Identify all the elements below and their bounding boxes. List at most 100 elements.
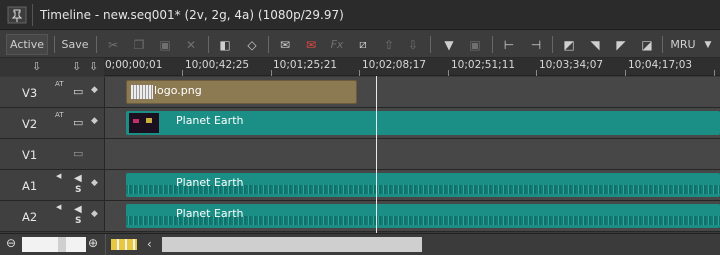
track-area[interactable]: Planet Earth xyxy=(105,170,720,200)
bottom-bar: ⊖ ⊕ ‹ xyxy=(0,233,720,255)
cut-icon[interactable]: ✂ xyxy=(104,36,122,53)
monitor-icon[interactable]: ▭ xyxy=(73,147,83,160)
active-button[interactable]: Active xyxy=(6,34,48,55)
track-header[interactable]: A2 ◀ ◀ S ◆ xyxy=(0,201,105,231)
window-title: Timeline - new.seq001* (2v, 2g, 4a) (108… xyxy=(40,8,344,22)
toolbar-separator xyxy=(430,36,431,53)
toolbar-separator xyxy=(492,36,493,53)
track-header[interactable]: V3 AT ▭ ◆ xyxy=(0,77,105,107)
arrow-left-icon[interactable]: ◀ xyxy=(56,203,61,211)
wedge-right-icon[interactable]: ◤ xyxy=(612,36,630,53)
track-name: V3 xyxy=(22,86,38,100)
fx-icon[interactable]: Fx xyxy=(328,36,346,53)
track-name: A1 xyxy=(22,179,38,193)
delete-icon[interactable]: ✕ xyxy=(182,36,200,53)
ruler-tick-label: 0;00;00;01 xyxy=(105,59,163,71)
speaker-icon[interactable]: ◀ xyxy=(74,204,82,215)
pin-icon[interactable] xyxy=(6,6,28,24)
diamond-icon[interactable]: ◆ xyxy=(91,116,98,126)
toolbar-separator xyxy=(662,36,663,53)
track-v3: V3 AT ▭ ◆ logo.png xyxy=(0,77,720,108)
collapse-icon[interactable]: ▣ xyxy=(466,36,484,53)
move-down-icon[interactable]: ⇩ xyxy=(404,36,422,53)
mru-label[interactable]: MRU xyxy=(668,34,698,55)
chevron-left-icon[interactable]: ‹ xyxy=(147,237,152,251)
track-area[interactable]: Planet Earth xyxy=(105,108,720,138)
tag-icon[interactable]: ⧄ xyxy=(354,36,372,53)
marker-icon[interactable]: ◇ xyxy=(243,36,261,53)
title-bar: Timeline - new.seq001* (2v, 2g, 4a) (108… xyxy=(0,0,720,30)
track-header[interactable]: A1 ◀ ◀ S ◆ xyxy=(0,170,105,200)
solo-toggle[interactable]: S xyxy=(75,185,81,195)
solo-toggle[interactable]: S xyxy=(75,216,81,226)
clip-planet-earth-video[interactable]: Planet Earth xyxy=(126,111,720,135)
toolbar-separator xyxy=(268,36,269,53)
move-up-icon[interactable]: ⇧ xyxy=(380,36,398,53)
fade-in-icon[interactable]: ◩ xyxy=(560,36,578,53)
track-header[interactable]: V1 ▭ xyxy=(0,139,105,169)
copy-icon[interactable]: ❐ xyxy=(130,36,148,53)
ruler-tick-label: 10;02;51;11 xyxy=(451,59,516,71)
toolbar-separator xyxy=(54,36,55,53)
track-header[interactable]: V2 AT ▭ ◆ xyxy=(0,108,105,138)
zoom-slider-thumb[interactable] xyxy=(58,237,66,252)
down-arrow-icon[interactable]: ⇩ xyxy=(32,60,41,73)
mru-dropdown-icon[interactable]: ▼ xyxy=(700,34,716,55)
track-sub-label: AT xyxy=(55,80,64,88)
toolbar-separator xyxy=(96,36,97,53)
down-arrow-icon[interactable]: ⇩ xyxy=(89,60,98,73)
track-name: V2 xyxy=(22,117,38,131)
paste-icon[interactable]: ▣ xyxy=(156,36,174,53)
down-arrow-icon[interactable]: ⇩ xyxy=(72,60,81,73)
diamond-icon[interactable]: ◆ xyxy=(91,85,98,95)
mail-icon[interactable]: ✉ xyxy=(276,36,294,53)
toolbar-separator xyxy=(208,36,209,53)
ruler-tick xyxy=(714,70,715,76)
speaker-icon[interactable]: ◀ xyxy=(74,173,82,184)
trim-right-icon[interactable]: ⊣ xyxy=(527,36,545,53)
diamond-icon[interactable]: ◆ xyxy=(91,209,98,219)
ruler-tick xyxy=(271,70,272,76)
fade-out-icon[interactable]: ◪ xyxy=(638,36,656,53)
track-layout-icon[interactable] xyxy=(111,239,137,250)
track-v2: V2 AT ▭ ◆ Planet Earth xyxy=(0,108,720,139)
track-area[interactable]: Planet Earth xyxy=(105,201,720,231)
zoom-out-icon[interactable]: ⊖ xyxy=(6,236,16,250)
diamond-icon[interactable]: ◆ xyxy=(91,178,98,188)
thumbnail-detail xyxy=(146,118,152,123)
horizontal-scrollbar-thumb[interactable] xyxy=(162,237,422,252)
track-area[interactable] xyxy=(105,139,720,169)
clip-planet-earth-audio-a1[interactable]: Planet Earth xyxy=(126,173,720,197)
clip-logo[interactable]: logo.png xyxy=(126,80,357,104)
monitor-icon[interactable]: ▭ xyxy=(73,85,83,98)
track-name: V1 xyxy=(22,148,38,162)
arrow-left-icon[interactable]: ◀ xyxy=(56,172,61,180)
ruler-tick xyxy=(536,70,537,76)
ruler-tick xyxy=(625,70,626,76)
clip-planet-earth-audio-a2[interactable]: Planet Earth xyxy=(126,204,720,228)
toolbar: Active Save ✂ ❐ ▣ ✕ ◧ ◇ ✉ ✉ Fx ⧄ ⇧ ⇩ ▼ ▣… xyxy=(0,31,720,58)
clip-thumbnail xyxy=(131,85,153,99)
zoom-slider-track[interactable] xyxy=(66,237,86,252)
save-button[interactable]: Save xyxy=(58,34,92,55)
ruler-tick xyxy=(359,70,360,76)
playhead[interactable] xyxy=(376,76,377,233)
clip-label: Planet Earth xyxy=(176,114,244,127)
split-icon[interactable]: ◧ xyxy=(216,36,234,53)
track-a2: A2 ◀ ◀ S ◆ Planet Earth xyxy=(0,201,720,232)
zoom-slider-track[interactable] xyxy=(22,237,58,252)
dropdown-arrow-icon[interactable]: ▼ xyxy=(440,36,458,53)
title-separator xyxy=(32,4,33,26)
track-area[interactable]: logo.png xyxy=(105,77,720,107)
mail-remove-icon[interactable]: ✉ xyxy=(302,36,320,53)
ruler-tick-label: 10;04;17;03 xyxy=(628,59,693,71)
clip-thumbnail xyxy=(129,113,159,133)
wedge-left-icon[interactable]: ◥ xyxy=(586,36,604,53)
monitor-icon[interactable]: ▭ xyxy=(73,116,83,129)
thumbnail-detail xyxy=(133,119,139,123)
bar-separator xyxy=(105,234,106,255)
ruler-tick xyxy=(448,70,449,76)
zoom-in-icon[interactable]: ⊕ xyxy=(88,236,98,250)
trim-left-icon[interactable]: ⊢ xyxy=(500,36,518,53)
toolbar-separator xyxy=(552,36,553,53)
